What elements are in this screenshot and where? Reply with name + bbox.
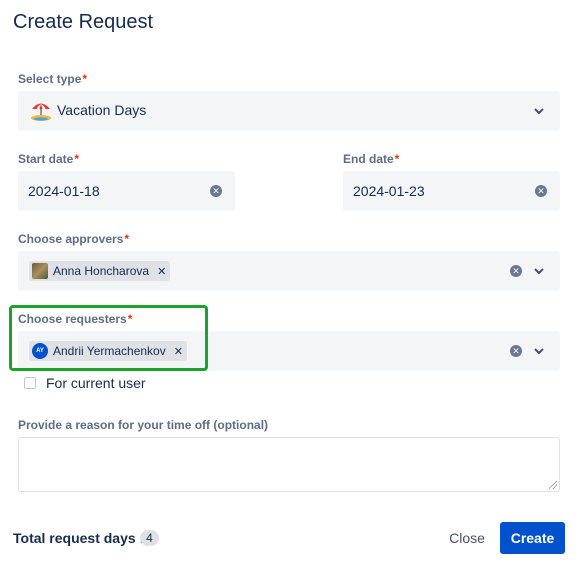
end-date-label-text: End date — [343, 152, 394, 166]
current-user-checkbox-label[interactable]: For current user — [46, 375, 146, 391]
clear-requesters-icon[interactable]: ✕ — [510, 345, 522, 357]
select-type-value: Vacation Days — [57, 102, 147, 118]
select-type-dropdown[interactable]: Vacation Days — [18, 91, 560, 131]
required-mark: * — [74, 152, 80, 166]
chevron-down-icon[interactable] — [532, 265, 546, 277]
start-date-value: 2024-01-18 — [28, 183, 100, 199]
approver-chip: Anna Honcharova ✕ — [29, 261, 171, 281]
total-request-days-label: Total request days : — [13, 530, 145, 546]
end-date-label: End date* — [343, 152, 399, 166]
chevron-down-icon[interactable] — [532, 105, 546, 117]
required-mark: * — [394, 152, 400, 166]
dialog-title: Create Request — [13, 11, 154, 33]
end-date-field[interactable]: 2024-01-23 ✕ — [343, 171, 560, 211]
start-date-label-text: Start date — [18, 152, 74, 166]
select-type-label: Select type* — [18, 72, 87, 86]
approvers-select[interactable]: Anna Honcharova ✕ ✕ — [18, 251, 560, 291]
resize-handle-icon[interactable] — [549, 481, 557, 489]
required-mark: * — [82, 72, 88, 86]
avatar — [32, 263, 48, 279]
create-button[interactable]: Create — [500, 522, 565, 554]
total-request-days-badge: 4 — [140, 530, 159, 546]
reason-textarea[interactable] — [18, 437, 560, 492]
select-type-label-text: Select type — [18, 72, 82, 86]
approvers-label: Choose approvers* — [18, 232, 129, 246]
beach-umbrella-icon — [29, 98, 53, 127]
reason-label: Provide a reason for your time off (opti… — [18, 418, 269, 432]
start-date-label: Start date* — [18, 152, 79, 166]
start-date-field[interactable]: 2024-01-18 ✕ — [18, 171, 235, 211]
approvers-label-text: Choose approvers — [18, 232, 124, 246]
requesters-highlight-box — [9, 305, 208, 371]
clear-start-date-icon[interactable]: ✕ — [210, 185, 222, 197]
remove-approver-icon[interactable]: ✕ — [157, 265, 166, 278]
close-button[interactable]: Close — [440, 522, 494, 554]
clear-approvers-icon[interactable]: ✕ — [510, 265, 522, 277]
required-mark: * — [124, 232, 130, 246]
approver-name: Anna Honcharova — [53, 264, 150, 278]
end-date-value: 2024-01-23 — [353, 183, 425, 199]
chevron-down-icon[interactable] — [532, 345, 546, 357]
clear-end-date-icon[interactable]: ✕ — [535, 185, 547, 197]
current-user-checkbox[interactable] — [24, 377, 36, 389]
